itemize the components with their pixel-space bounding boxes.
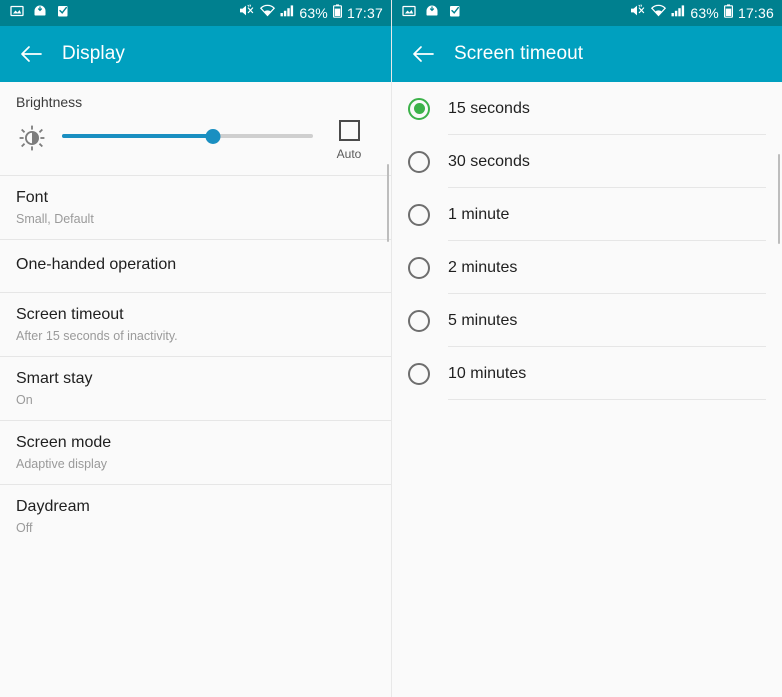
- setting-title: Screen timeout: [16, 306, 124, 323]
- setting-title: Daydream: [16, 498, 90, 515]
- radio-button-icon[interactable]: [408, 203, 430, 226]
- radio-option-label: 15 seconds: [448, 99, 530, 117]
- setting-title: Smart stay: [16, 370, 93, 387]
- radio-option-15-seconds[interactable]: 15 seconds: [392, 82, 782, 135]
- radio-button-icon[interactable]: [408, 309, 430, 332]
- radio-button-icon[interactable]: [408, 362, 430, 385]
- setting-title: Screen mode: [16, 434, 112, 451]
- setting-item-one-handed-operation[interactable]: One-handed operation: [0, 239, 391, 292]
- signal-icon: [280, 4, 294, 22]
- status-bar-indicators: 63% 17:36: [630, 3, 774, 23]
- auto-brightness-control[interactable]: Auto: [323, 120, 375, 161]
- radio-button-icon[interactable]: [408, 150, 430, 173]
- screenshot-icon: [56, 4, 70, 23]
- scrollbar-thumb[interactable]: [778, 154, 780, 244]
- display-settings-content: Brightness Auto Font Small, Default One-…: [0, 82, 391, 697]
- status-bar-notifications: [402, 4, 630, 23]
- image-icon: [10, 4, 24, 23]
- scrollbar-thumb[interactable]: [387, 164, 389, 242]
- status-bar: 63% 17:36: [392, 0, 782, 26]
- radio-option-label: 5 minutes: [448, 311, 518, 329]
- page-title: Display: [62, 43, 125, 64]
- setting-subtitle: Off: [16, 521, 33, 535]
- radio-option-5-minutes[interactable]: 5 minutes: [392, 294, 782, 347]
- radio-option-label: 2 minutes: [448, 258, 518, 276]
- radio-button-icon[interactable]: [408, 256, 430, 279]
- back-arrow-icon[interactable]: [16, 39, 46, 69]
- app-bar: Screen timeout: [392, 26, 782, 82]
- status-bar: 63% 17:37: [0, 0, 391, 26]
- setting-item-screen-mode[interactable]: Screen mode Adaptive display: [0, 420, 391, 484]
- status-bar-clock: 17:37: [346, 5, 383, 21]
- save-icon: [33, 4, 47, 23]
- auto-brightness-checkbox[interactable]: [338, 120, 360, 141]
- radio-option-label: 30 seconds: [448, 152, 530, 170]
- slider-thumb[interactable]: [205, 129, 221, 144]
- radio-button-icon[interactable]: [408, 97, 430, 120]
- setting-item-daydream[interactable]: Daydream Off: [0, 484, 391, 548]
- screen-screen-timeout: 63% 17:36 Screen timeout 15 seconds 30 s…: [391, 0, 782, 697]
- setting-title: Font: [16, 189, 49, 206]
- screenshot-icon: [448, 4, 462, 23]
- brightness-control-row: Auto: [16, 120, 375, 161]
- setting-title: One-handed operation: [16, 256, 177, 273]
- radio-option-label: 1 minute: [448, 205, 510, 223]
- battery-icon: [332, 3, 342, 23]
- status-bar-clock: 17:36: [737, 5, 774, 21]
- setting-subtitle: Adaptive display: [16, 457, 108, 471]
- list-divider: [448, 399, 766, 400]
- brightness-icon: [16, 122, 48, 151]
- setting-item-smart-stay[interactable]: Smart stay On: [0, 356, 391, 420]
- radio-option-label: 10 minutes: [448, 364, 527, 382]
- screen-timeout-content: 15 seconds 30 seconds 1 minute 2 minutes: [392, 82, 782, 697]
- setting-subtitle: After 15 seconds of inactivity.: [16, 329, 178, 343]
- brightness-slider[interactable]: [62, 122, 313, 150]
- slider-fill: [62, 134, 213, 138]
- radio-selected-dot: [413, 103, 425, 114]
- battery-percent: 63%: [299, 5, 328, 21]
- brightness-section: Brightness Auto: [0, 82, 391, 169]
- signal-icon: [671, 4, 685, 22]
- display-settings-list: Font Small, Default One-handed operation…: [0, 175, 391, 548]
- status-bar-indicators: 63% 17:37: [239, 3, 383, 23]
- radio-option-1-minute[interactable]: 1 minute: [392, 188, 782, 241]
- radio-option-30-seconds[interactable]: 30 seconds: [392, 135, 782, 188]
- back-arrow-icon[interactable]: [408, 39, 438, 69]
- mute-icon: [630, 4, 646, 22]
- radio-option-10-minutes[interactable]: 10 minutes: [392, 347, 782, 400]
- mute-icon: [239, 4, 255, 22]
- radio-option-2-minutes[interactable]: 2 minutes: [392, 241, 782, 294]
- setting-subtitle: On: [16, 393, 33, 407]
- battery-icon: [723, 3, 733, 23]
- setting-subtitle: Small, Default: [16, 212, 94, 226]
- page-title: Screen timeout: [454, 43, 584, 64]
- screen-timeout-options: 15 seconds 30 seconds 1 minute 2 minutes: [392, 82, 782, 400]
- image-icon: [402, 4, 416, 23]
- wifi-icon: [260, 4, 276, 22]
- auto-brightness-label: Auto: [336, 147, 362, 161]
- setting-item-font[interactable]: Font Small, Default: [0, 175, 391, 239]
- app-bar: Display: [0, 26, 391, 82]
- brightness-label: Brightness: [16, 94, 83, 110]
- status-bar-notifications: [10, 4, 239, 23]
- save-icon: [425, 4, 439, 23]
- battery-percent: 63%: [690, 5, 719, 21]
- setting-item-screen-timeout[interactable]: Screen timeout After 15 seconds of inact…: [0, 292, 391, 356]
- screen-display-settings: 63% 17:37 Display Brightness Auto Font S…: [0, 0, 391, 697]
- dual-screenshot-container: 63% 17:37 Display Brightness Auto Font S…: [0, 0, 782, 697]
- wifi-icon: [651, 4, 667, 22]
